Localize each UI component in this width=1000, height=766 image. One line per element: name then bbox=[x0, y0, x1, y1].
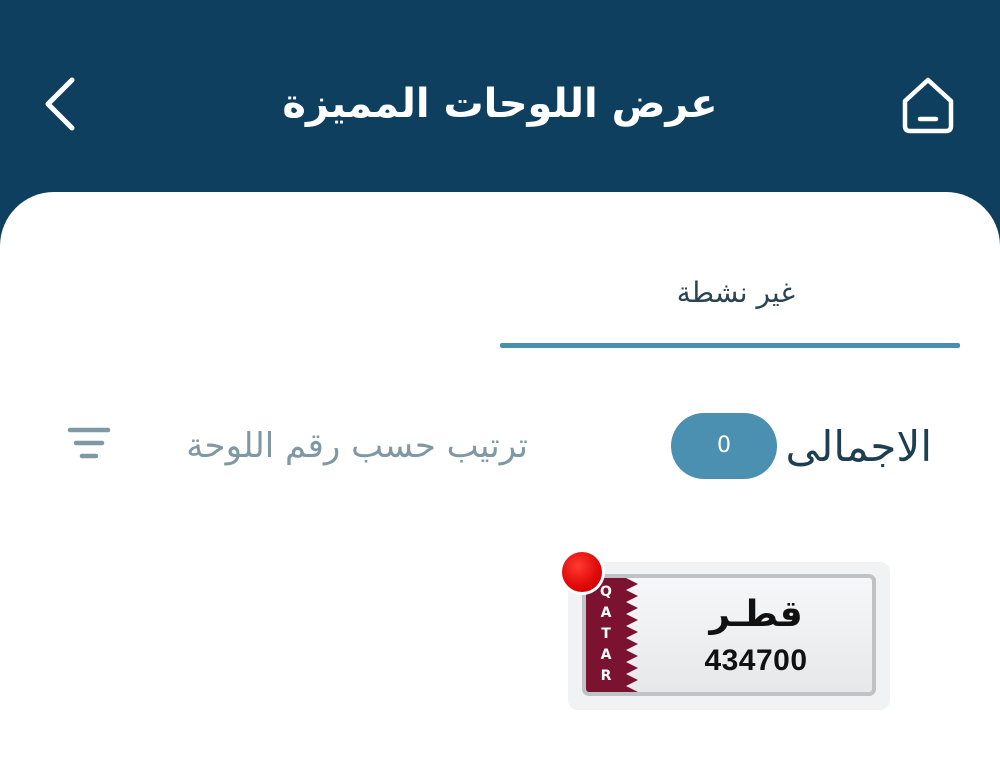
chevron-left-icon bbox=[45, 77, 75, 131]
status-dot-icon bbox=[562, 552, 602, 592]
tab-label: غير نشطة bbox=[676, 276, 795, 309]
back-button[interactable] bbox=[30, 72, 90, 136]
plate-card[interactable]: Q A T A R قطـر 434700 bbox=[568, 562, 890, 710]
total-count-badge: 0 bbox=[671, 413, 777, 479]
sort-lines-icon bbox=[67, 427, 111, 459]
license-plate: Q A T A R قطـر 434700 bbox=[582, 574, 876, 696]
plate-number: 434700 bbox=[704, 644, 808, 677]
plate-country-arabic: قطـر bbox=[709, 594, 803, 635]
home-icon bbox=[902, 77, 954, 134]
plate-letter: T bbox=[601, 626, 611, 642]
tab-active-indicator bbox=[500, 343, 960, 348]
total-label: الاجمالى bbox=[785, 422, 932, 471]
tab-inactive[interactable]: غير نشطة bbox=[500, 262, 960, 348]
sort-button[interactable] bbox=[66, 424, 112, 464]
app-header: عرض اللوحات المميزة bbox=[0, 0, 1000, 200]
sort-label[interactable]: ترتيب حسب رقم اللوحة bbox=[140, 426, 528, 466]
plate-letter: A bbox=[600, 647, 612, 663]
plate-letter: A bbox=[600, 605, 612, 621]
plate-country-letters: Q A T A R bbox=[596, 584, 616, 684]
plate-letter: Q bbox=[600, 584, 612, 600]
plate-letter: R bbox=[600, 668, 612, 684]
home-button[interactable] bbox=[895, 70, 961, 140]
page-title: عرض اللوحات المميزة bbox=[282, 81, 718, 127]
